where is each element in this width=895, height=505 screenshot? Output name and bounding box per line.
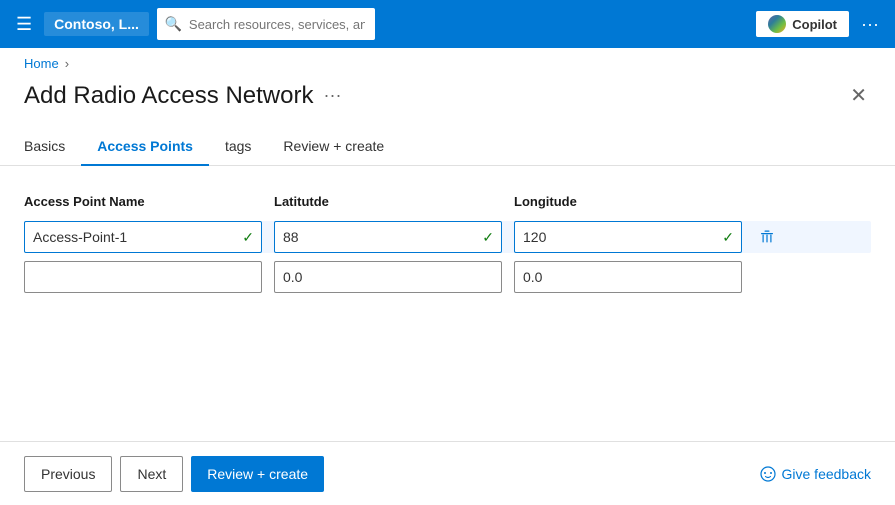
page-header: Add Radio Access Network ··· ✕ <box>0 79 895 128</box>
breadcrumb-home[interactable]: Home <box>24 56 59 71</box>
table-header-row: Access Point Name Latitutde Longitude <box>24 190 871 213</box>
longitude-input-1[interactable] <box>514 221 742 253</box>
next-button[interactable]: Next <box>120 456 183 492</box>
nav-bar: ☰ Contoso, L... 🔍 Copilot ··· <box>0 0 895 48</box>
longitude-input-wrap-2 <box>514 261 742 293</box>
feedback-icon <box>760 466 776 482</box>
col-header-latitude: Latitutde <box>274 190 514 213</box>
breadcrumb-separator: › <box>65 56 69 71</box>
tab-access-points[interactable]: Access Points <box>81 128 209 166</box>
main-content: Home › Add Radio Access Network ··· ✕ Ba… <box>0 48 895 441</box>
tenant-name[interactable]: Contoso, L... <box>44 12 149 36</box>
delete-cell-1 <box>754 224 802 250</box>
longitude-input-wrap-1: ✓ <box>514 221 742 253</box>
access-points-table: Access Point Name Latitutde Longitude ✓ … <box>24 190 871 293</box>
page-title-wrap: Add Radio Access Network ··· <box>24 82 341 110</box>
give-feedback-button[interactable]: Give feedback <box>760 466 872 482</box>
close-button[interactable]: ✕ <box>846 79 871 112</box>
col-header-longitude: Longitude <box>514 190 754 213</box>
tabs-container: Basics Access Points tags Review + creat… <box>0 128 895 166</box>
name-check-icon-1: ✓ <box>242 229 254 246</box>
tab-review-create[interactable]: Review + create <box>267 128 400 166</box>
search-icon: 🔍 <box>165 16 182 33</box>
name-cell-1: ✓ <box>24 221 274 253</box>
copilot-icon <box>768 15 786 33</box>
delete-icon-1 <box>758 228 776 246</box>
name-input-wrap-2 <box>24 261 262 293</box>
nav-more-icon[interactable]: ··· <box>857 10 883 39</box>
tab-tags[interactable]: tags <box>209 128 267 166</box>
delete-button-1[interactable] <box>754 224 780 250</box>
name-input-wrap-1: ✓ <box>24 221 262 253</box>
longitude-cell-1: ✓ <box>514 221 754 253</box>
nav-right: Copilot ··· <box>756 10 883 39</box>
search-wrap: 🔍 <box>157 8 637 40</box>
review-create-button[interactable]: Review + create <box>191 456 324 492</box>
feedback-label: Give feedback <box>782 466 872 482</box>
previous-button[interactable]: Previous <box>24 456 112 492</box>
latitude-cell-1: ✓ <box>274 221 514 253</box>
page-title: Add Radio Access Network <box>24 82 313 110</box>
latitude-input-wrap-2 <box>274 261 502 293</box>
longitude-check-icon-1: ✓ <box>722 229 734 246</box>
search-input[interactable] <box>157 8 375 40</box>
tab-basics[interactable]: Basics <box>24 128 81 166</box>
name-input-1[interactable] <box>24 221 262 253</box>
breadcrumb: Home › <box>0 48 895 79</box>
name-cell-2 <box>24 261 274 293</box>
longitude-input-2[interactable] <box>514 261 742 293</box>
name-input-2[interactable] <box>24 261 262 293</box>
latitude-input-2[interactable] <box>274 261 502 293</box>
latitude-cell-2 <box>274 261 514 293</box>
col-header-name: Access Point Name <box>24 190 274 213</box>
table-row <box>24 261 871 293</box>
latitude-input-wrap-1: ✓ <box>274 221 502 253</box>
form-area: Access Point Name Latitutde Longitude ✓ … <box>0 166 895 441</box>
latitude-check-icon-1: ✓ <box>482 229 494 246</box>
copilot-label: Copilot <box>792 17 837 32</box>
hamburger-icon[interactable]: ☰ <box>12 10 36 39</box>
longitude-cell-2 <box>514 261 754 293</box>
latitude-input-1[interactable] <box>274 221 502 253</box>
footer: Previous Next Review + create Give feedb… <box>0 441 895 505</box>
page-more-icon[interactable]: ··· <box>323 85 341 106</box>
table-row: ✓ ✓ ✓ <box>24 221 871 253</box>
copilot-button[interactable]: Copilot <box>756 11 849 37</box>
